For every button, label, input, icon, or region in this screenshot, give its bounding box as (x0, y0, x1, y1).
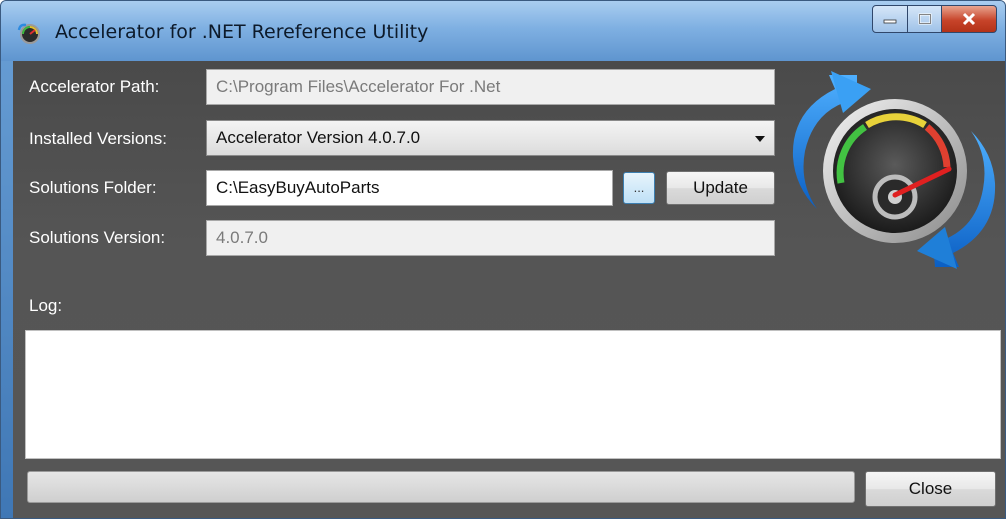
log-label: Log: (29, 296, 63, 315)
window-title: Accelerator for .NET Rereference Utility (55, 21, 429, 43)
speedometer-refresh-logo (792, 71, 996, 269)
caption-buttons (872, 5, 997, 33)
installed-versions-dropdown[interactable]: Accelerator Version 4.0.7.0 (206, 120, 775, 156)
solutions-folder-label: Solutions Folder: (29, 178, 157, 197)
accelerator-path-field[interactable]: C:\Program Files\Accelerator For .Net (206, 69, 775, 105)
close-button[interactable]: Close (865, 471, 996, 507)
browse-button[interactable]: ... (623, 172, 655, 204)
close-icon (962, 12, 976, 26)
update-button[interactable]: Update (666, 171, 775, 205)
maximize-icon (918, 13, 931, 25)
solutions-folder-input[interactable]: C:\EasyBuyAutoParts (206, 170, 613, 206)
maximize-button[interactable] (908, 5, 942, 33)
progress-bar (27, 471, 855, 503)
minimize-button[interactable] (872, 5, 908, 33)
close-window-button[interactable] (942, 5, 997, 33)
solutions-version-label: Solutions Version: (29, 228, 166, 247)
title-bar[interactable]: Accelerator for .NET Rereference Utility (1, 1, 1005, 61)
app-window: Accelerator for .NET Rereference Utility (0, 0, 1006, 519)
log-textarea[interactable] (25, 330, 1001, 459)
installed-versions-label: Installed Versions: (29, 129, 167, 148)
accelerator-path-label: Accelerator Path: (29, 77, 160, 96)
solutions-version-field[interactable]: 4.0.7.0 (206, 220, 775, 256)
installed-versions-selected: Accelerator Version 4.0.7.0 (216, 128, 421, 147)
speedometer-icon (17, 23, 40, 44)
minimize-icon (883, 19, 897, 24)
chevron-down-icon (755, 136, 765, 142)
